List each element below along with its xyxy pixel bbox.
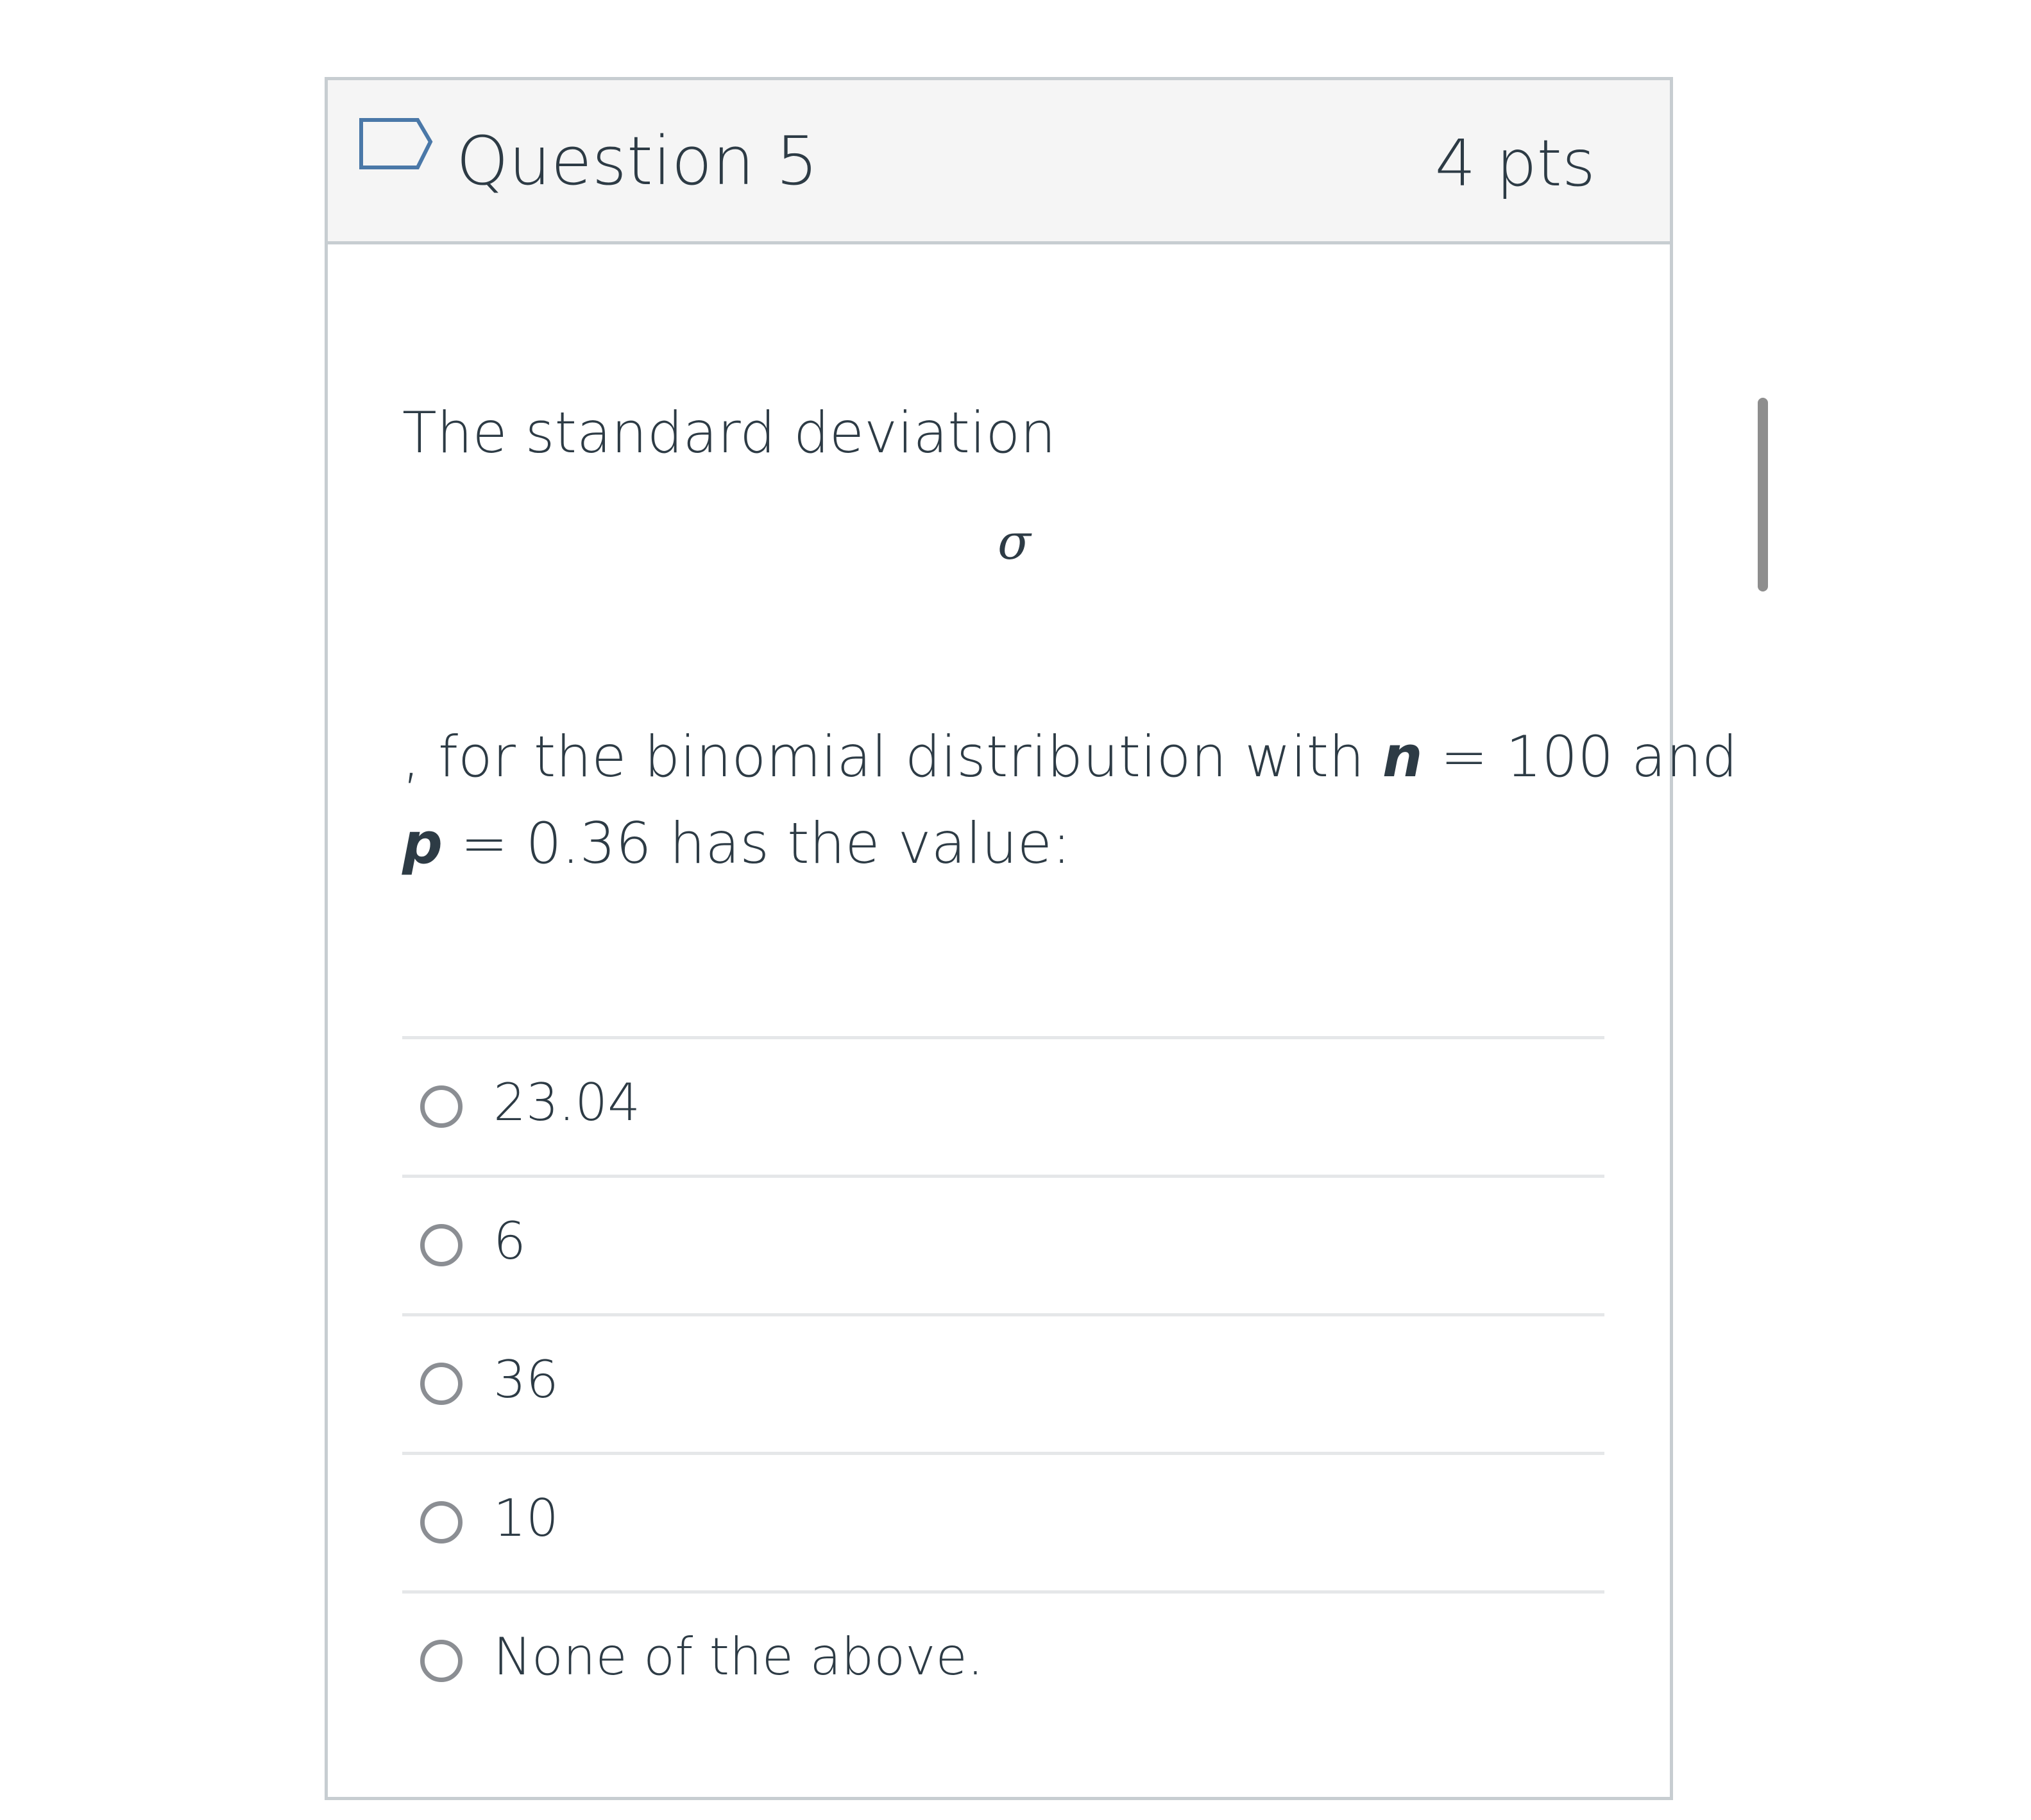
question-text-line2: , for the binomial distribution with n =… — [402, 719, 1738, 795]
question-text-line1: The standard deviation — [402, 400, 1056, 466]
flag-question-icon[interactable] — [357, 116, 434, 178]
answer-label[interactable]: 36 — [493, 1345, 559, 1415]
scrollbar[interactable] — [1758, 398, 1768, 591]
radio-button[interactable] — [420, 1640, 463, 1682]
question-points: 4 pts — [1434, 126, 1595, 201]
answer-list: 23.04 6 36 10 None of the above. — [402, 1036, 1604, 1729]
question-text-line2-prefix: , for the binomial distribution with — [402, 724, 1382, 790]
answer-option[interactable]: None of the above. — [402, 1590, 1604, 1729]
answer-option[interactable]: 36 — [402, 1313, 1604, 1452]
radio-button[interactable] — [420, 1501, 463, 1544]
question-header: Question 5 4 pts — [328, 80, 1670, 244]
answer-label[interactable]: 10 — [493, 1483, 559, 1554]
answer-label[interactable]: 23.04 — [493, 1067, 640, 1138]
answer-option[interactable]: 23.04 — [402, 1036, 1604, 1175]
answer-option[interactable]: 10 — [402, 1452, 1604, 1590]
radio-button[interactable] — [420, 1363, 463, 1405]
radio-button[interactable] — [420, 1224, 463, 1266]
question-text-line3: p = 0.36 has the value: — [402, 805, 1071, 882]
question-text-line3-suffix: = 0.36 has the value: — [443, 810, 1071, 876]
question-title: Question 5 — [456, 122, 819, 200]
question-text-line2-suffix: = 100 and — [1422, 724, 1738, 790]
variable-n: n — [1382, 724, 1423, 790]
answer-option[interactable]: 6 — [402, 1175, 1604, 1313]
answer-label[interactable]: None of the above. — [493, 1622, 983, 1692]
answer-label[interactable]: 6 — [493, 1206, 526, 1277]
question-card: Question 5 4 pts The standard deviation … — [325, 77, 1738, 1800]
radio-button[interactable] — [420, 1085, 463, 1128]
sigma-symbol: σ — [998, 513, 1031, 570]
variable-p: p — [402, 810, 443, 876]
